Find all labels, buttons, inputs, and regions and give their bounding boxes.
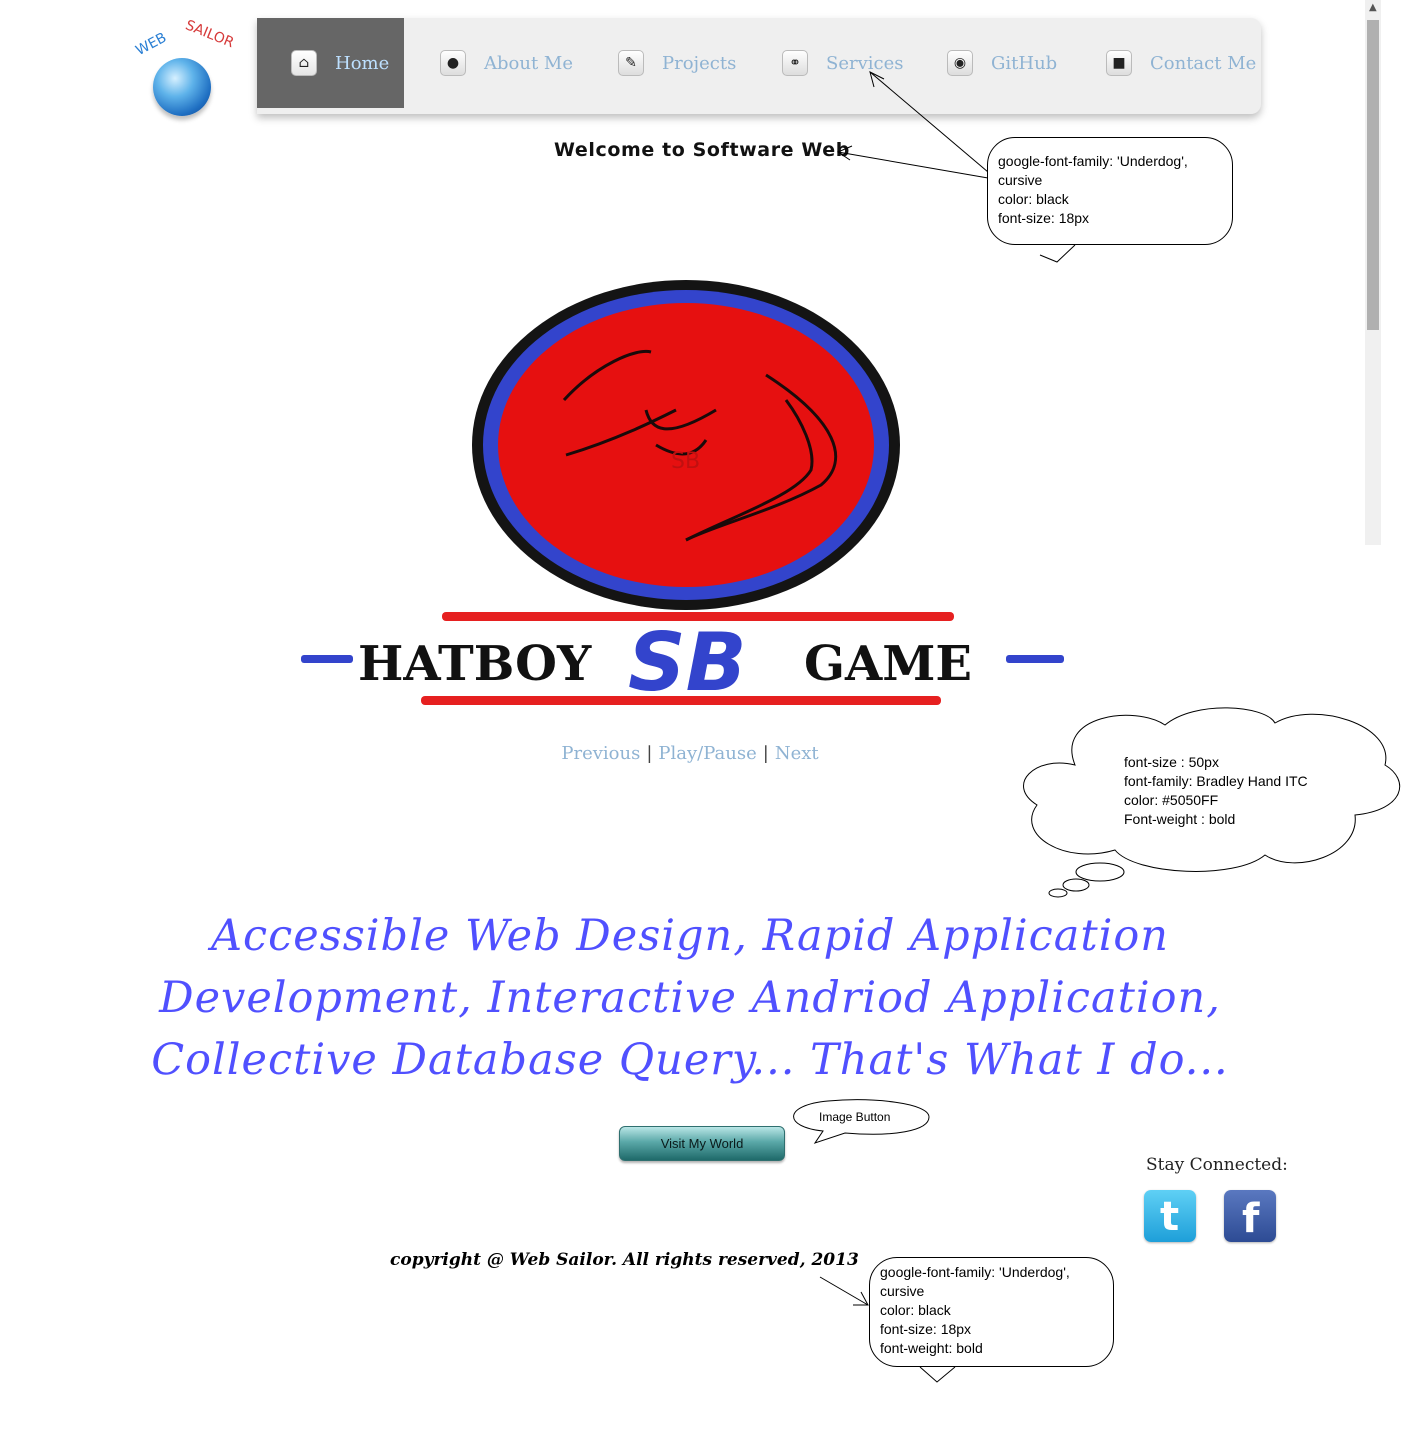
nav-label: Contact Me xyxy=(1150,52,1257,74)
site-logo[interactable]: WEB SAILOR xyxy=(133,20,243,116)
nav-item-services[interactable]: ⚭ Services xyxy=(782,18,903,108)
pencil-icon: ✎ xyxy=(618,50,644,76)
vertical-scrollbar[interactable]: ▲ xyxy=(1365,0,1381,545)
welcome-heading: Welcome to Software Web xyxy=(554,139,850,161)
nav-item-home[interactable]: ⌂ Home xyxy=(257,18,404,108)
note-line: cursive xyxy=(998,172,1043,188)
svg-text:WEB: WEB xyxy=(133,30,169,59)
slideshow-image: SB HATBOY SB GAME xyxy=(301,280,1064,709)
twitter-icon[interactable]: t xyxy=(1144,1190,1196,1242)
nav-item-about-me[interactable]: ● About Me xyxy=(440,18,573,108)
globe-icon xyxy=(153,58,211,116)
slide-inner-text: SB xyxy=(671,449,700,474)
note-line: font-size : 50px xyxy=(1124,754,1219,770)
svg-text:SAILOR: SAILOR xyxy=(183,20,236,51)
stay-connected-heading: Stay Connected: xyxy=(1146,1155,1288,1175)
play-pause-link[interactable]: Play/Pause xyxy=(658,743,756,764)
nav-label: GitHub xyxy=(991,52,1058,74)
tagline-line: Collective Database Query... That's What… xyxy=(151,1035,1229,1085)
note-line: color: black xyxy=(998,191,1069,207)
slide-title-left: HATBOY xyxy=(358,636,592,692)
note-line: google-font-family: 'Underdog', xyxy=(998,153,1188,169)
separator: | xyxy=(762,743,769,764)
nav-item-github[interactable]: ◉ GitHub xyxy=(947,18,1057,108)
logo-wordmark: WEB SAILOR xyxy=(133,20,236,59)
tagline-line: Development, Interactive Andriod Applica… xyxy=(159,973,1221,1023)
svg-text:t: t xyxy=(1160,1196,1179,1236)
note-line: color: black xyxy=(880,1302,951,1318)
nav-item-projects[interactable]: ✎ Projects xyxy=(618,18,736,108)
link-icon: ⚭ xyxy=(782,50,808,76)
nav-label: Services xyxy=(826,52,904,74)
facebook-icon[interactable]: f xyxy=(1224,1190,1276,1242)
scroll-up-arrow-icon[interactable]: ▲ xyxy=(1369,2,1377,13)
nav-label: About Me xyxy=(484,52,573,74)
font-annotation-welcome: google-font-family: 'Underdog', cursive … xyxy=(987,137,1233,245)
home-icon: ⌂ xyxy=(291,50,317,76)
font-annotation-copyright: google-font-family: 'Underdog', cursive … xyxy=(869,1257,1114,1367)
note-line: font-family: Bradley Hand ITC xyxy=(1124,773,1308,789)
button-annotation: Image Button xyxy=(819,1110,891,1124)
main-navigation: ⌂ Home ● About Me ✎ Projects ⚭ Services … xyxy=(257,18,1261,114)
nav-label: Projects xyxy=(662,52,737,74)
chat-icon: ■ xyxy=(1106,50,1132,76)
font-annotation-tagline: font-size : 50px font-family: Bradley Ha… xyxy=(1124,753,1344,829)
nav-item-contact-me[interactable]: ■ Contact Me xyxy=(1106,18,1256,108)
github-icon: ◉ xyxy=(947,50,973,76)
copyright-text: copyright @ Web Sailor. All rights reser… xyxy=(390,1250,859,1270)
separator: | xyxy=(646,743,653,764)
note-line: font-size: 18px xyxy=(998,210,1090,226)
tagline: Accessible Web Design, Rapid Application… xyxy=(150,905,1230,1091)
scrollbar-thumb[interactable] xyxy=(1367,20,1379,330)
note-line: cursive xyxy=(880,1283,925,1299)
slide-title-mid: SB xyxy=(628,616,747,709)
next-link[interactable]: Next xyxy=(775,743,819,764)
note-line: google-font-family: 'Underdog', xyxy=(880,1264,1070,1280)
previous-link[interactable]: Previous xyxy=(561,743,640,764)
slide-title-right: GAME xyxy=(804,636,972,692)
tagline-line: Accessible Web Design, Rapid Application xyxy=(211,911,1169,961)
svg-text:f: f xyxy=(1242,1196,1260,1236)
note-line: font-weight: bold xyxy=(880,1340,983,1356)
note-line: font-size: 18px xyxy=(880,1321,972,1337)
note-line: color: #5050FF xyxy=(1124,792,1219,808)
nav-label: Home xyxy=(335,52,390,74)
user-icon: ● xyxy=(440,50,466,76)
note-line: Font-weight : bold xyxy=(1124,811,1236,827)
visit-my-world-button[interactable]: Visit My World xyxy=(619,1126,785,1161)
